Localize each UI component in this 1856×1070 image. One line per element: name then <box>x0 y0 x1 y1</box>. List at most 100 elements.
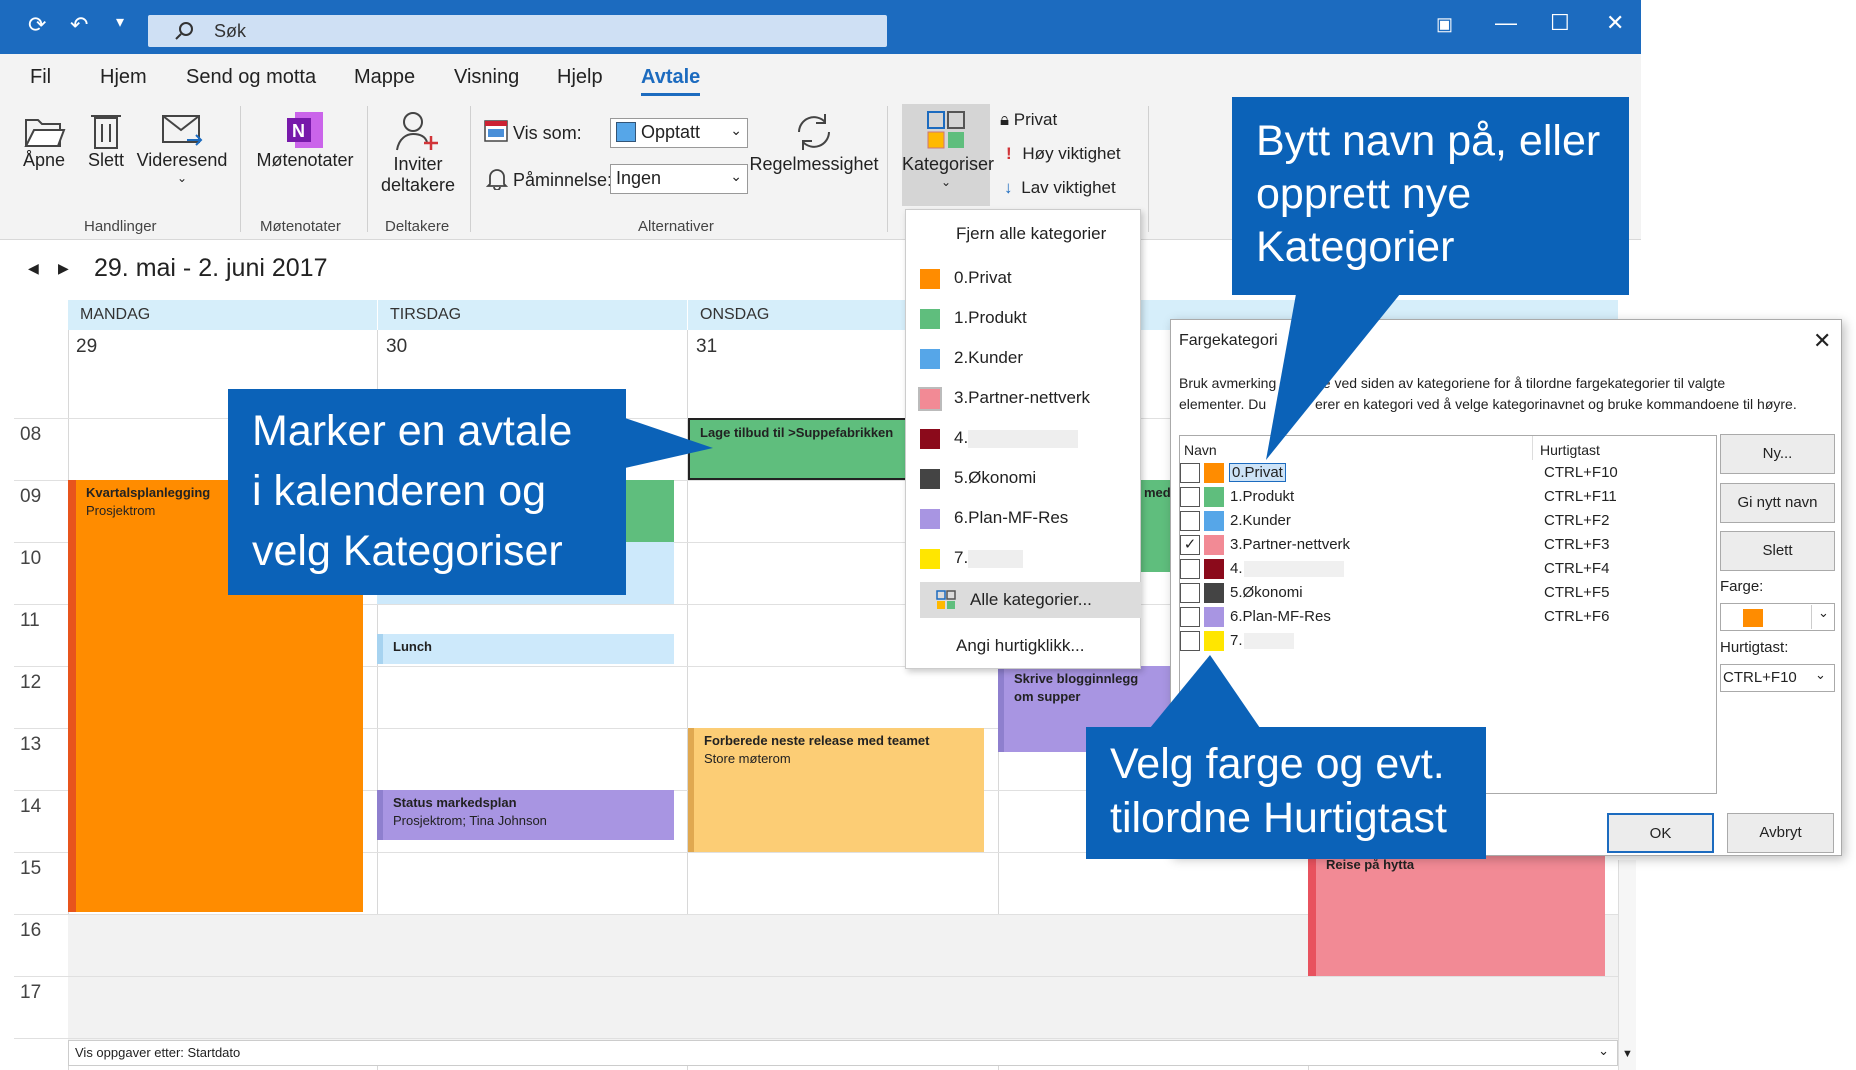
search-input[interactable]: Søk <box>148 15 887 47</box>
delete-label: Slett <box>87 150 125 170</box>
category-row-5[interactable]: 5.Økonomi CTRL+F5 <box>1180 582 1700 606</box>
restore-window-icon[interactable]: ▣ <box>1436 14 1453 35</box>
close-icon[interactable]: ✕ <box>1606 10 1624 36</box>
category-label: 1.Produkt <box>954 308 1027 327</box>
scrollbar[interactable]: ▼ <box>1618 860 1636 1070</box>
menu-category-3[interactable]: 3.Partner-nettverk <box>918 386 1090 411</box>
categorize-icon <box>936 590 956 609</box>
category-row-6[interactable]: 6.Plan-MF-Res CTRL+F6 <box>1180 606 1700 630</box>
menu-category-7[interactable]: 7. <box>920 548 1024 569</box>
hour-line <box>14 1038 1618 1039</box>
category-checkbox[interactable] <box>1180 487 1200 507</box>
tasks-bar[interactable]: Vis oppgaver etter: Startdato ⌄ <box>68 1040 1618 1066</box>
sync-icon[interactable]: ⟳ <box>28 12 46 38</box>
tasks-bar-label: Vis oppgaver etter: Startdato <box>75 1045 241 1060</box>
forward-button[interactable]: Videresend ⌄ <box>136 110 228 185</box>
category-name[interactable]: 0.Privat <box>1229 463 1286 482</box>
recurrence-button[interactable]: Regelmessighet <box>748 110 880 175</box>
minimize-icon[interactable]: — <box>1495 10 1517 36</box>
customize-icon[interactable]: ▾ <box>116 12 124 32</box>
rename-category-button[interactable]: Gi nytt navn <box>1720 483 1835 523</box>
category-checkbox[interactable] <box>1180 583 1200 603</box>
callout-line: Marker en avtale <box>252 407 573 455</box>
delete-button[interactable]: Slett <box>86 110 126 171</box>
category-label: 5.Økonomi <box>954 468 1037 487</box>
event-lunch[interactable]: Lunch <box>377 634 674 664</box>
category-row-7[interactable]: 7. <box>1180 630 1700 654</box>
color-swatch <box>1204 631 1224 651</box>
event-location: Prosjektrom <box>86 503 156 518</box>
category-name[interactable]: 6.Plan-MF-Res <box>1230 608 1331 625</box>
category-label: 4. <box>954 428 969 447</box>
categorize-button[interactable]: Kategoriser ⌄ <box>902 104 994 206</box>
tab-avtale[interactable]: Avtale <box>641 66 701 96</box>
menu-category-1[interactable]: 1.Produkt <box>920 308 1027 329</box>
category-checkbox[interactable] <box>1180 463 1200 483</box>
meeting-notes-button[interactable]: N Møtenotater <box>252 110 358 171</box>
low-importance-button[interactable]: ↓ Lav viktighet <box>1000 178 1116 198</box>
delete-category-button[interactable]: Slett <box>1720 531 1835 571</box>
category-name[interactable]: 3.Partner-nettverk <box>1230 536 1350 553</box>
category-name[interactable]: 2.Kunder <box>1230 512 1291 529</box>
event-forberede-release[interactable]: Forberede neste release med teamet Store … <box>688 728 984 852</box>
tab-hjelp[interactable]: Hjelp <box>557 66 603 89</box>
open-button[interactable]: Åpne <box>20 110 68 171</box>
maximize-icon[interactable]: ☐ <box>1550 10 1570 36</box>
menu-category-2[interactable]: 2.Kunder <box>920 348 1023 369</box>
category-label: 6.Plan-MF-Res <box>954 508 1069 527</box>
event-med[interactable]: med <box>1141 480 1170 572</box>
new-category-button[interactable]: Ny... <box>1720 434 1835 474</box>
tab-mappe[interactable]: Mappe <box>354 66 415 89</box>
color-swatch <box>1204 487 1224 507</box>
color-picker[interactable]: ⌄ <box>1720 603 1835 631</box>
menu-clear-all[interactable]: Fjern alle kategorier <box>956 224 1106 244</box>
categorize-icon <box>927 111 965 149</box>
menu-all-categories[interactable]: Alle kategorier... <box>920 582 1141 618</box>
tab-fil[interactable]: Fil <box>30 66 51 89</box>
bell-icon <box>486 169 508 190</box>
hour-label: 13 <box>20 734 42 755</box>
high-importance-button[interactable]: ! Høy viktighet <box>1000 144 1121 164</box>
menu-set-quick-click[interactable]: Angi hurtigklikk... <box>956 636 1085 656</box>
category-row-3[interactable]: ✓ 3.Partner-nettverk CTRL+F3 <box>1180 534 1700 558</box>
tab-hjem[interactable]: Hjem <box>100 66 147 89</box>
category-checkbox[interactable] <box>1180 631 1200 651</box>
event-status-markedsplan[interactable]: Status markedsplan Prosjektrom; Tina John… <box>377 790 674 840</box>
tab-visning[interactable]: Visning <box>454 66 519 89</box>
category-checkbox[interactable]: ✓ <box>1180 535 1200 555</box>
category-row-1[interactable]: 1.Produkt CTRL+F11 <box>1180 486 1700 510</box>
reminder-select[interactable]: Ingen ⌄ <box>610 164 748 194</box>
scroll-down-icon[interactable]: ▼ <box>1622 1048 1633 1060</box>
menu-category-0[interactable]: 0.Privat <box>920 268 1012 289</box>
undo-icon[interactable]: ↶ <box>70 12 88 38</box>
forward-label: Videresend <box>136 150 228 170</box>
private-button[interactable]: 🔒︎ Privat <box>1000 110 1057 130</box>
title-bar: ⟳ ↶ ▾ Søk ▣ — ☐ ✕ <box>0 0 1641 54</box>
category-row-4[interactable]: 4. CTRL+F4 <box>1180 558 1700 582</box>
menu-category-6[interactable]: 6.Plan-MF-Res <box>920 508 1068 529</box>
category-checkbox[interactable] <box>1180 511 1200 531</box>
category-name[interactable]: 1.Produkt <box>1230 488 1294 505</box>
busy-color-swatch <box>616 122 636 142</box>
prev-icon[interactable]: ◀ <box>28 260 39 277</box>
category-name[interactable]: 5.Økonomi <box>1230 584 1303 601</box>
close-icon[interactable]: ✕ <box>1813 328 1831 354</box>
category-name[interactable]: 7. <box>1230 632 1243 649</box>
ok-button[interactable]: OK <box>1607 813 1714 853</box>
category-checkbox[interactable] <box>1180 607 1200 627</box>
tab-send-og-motta[interactable]: Send og motta <box>186 66 316 89</box>
category-checkbox[interactable] <box>1180 559 1200 579</box>
shortcut-select[interactable]: CTRL+F10 ⌄ <box>1720 664 1835 692</box>
invite-attendees-button[interactable]: Inviter deltakere <box>378 110 458 196</box>
event-location: Prosjektrom; Tina Johnson <box>393 813 547 828</box>
color-swatch <box>920 348 940 369</box>
category-row-0[interactable]: 0.Privat CTRL+F10 <box>1180 462 1700 486</box>
category-name[interactable]: 4. <box>1230 560 1243 577</box>
show-as-select[interactable]: Opptatt ⌄ <box>610 118 748 148</box>
category-row-2[interactable]: 2.Kunder CTRL+F2 <box>1180 510 1700 534</box>
menu-category-5[interactable]: 5.Økonomi <box>920 468 1036 489</box>
menu-category-4[interactable]: 4. <box>920 428 1079 449</box>
event-reise-pa-hytta[interactable]: Reise på hytta <box>1308 852 1605 976</box>
cancel-button[interactable]: Avbryt <box>1727 813 1834 853</box>
next-icon[interactable]: ▶ <box>58 260 69 277</box>
